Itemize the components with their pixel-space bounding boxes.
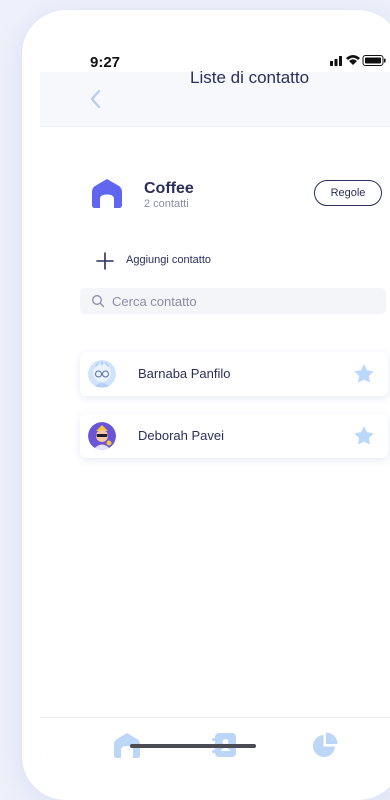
battery-icon [362, 55, 386, 66]
status-time: 9:27 [90, 54, 121, 71]
contact-list-summary: Coffee 2 contatti Regole [92, 178, 390, 218]
search-icon [92, 295, 105, 308]
status-bar: 9:27 [40, 28, 390, 72]
list-house-icon [92, 179, 122, 208]
app-screen: 9:27 Liste di contatto Coffee 2 contatti… [40, 28, 390, 782]
page-title: Liste di contatto [190, 68, 310, 87]
rules-button[interactable]: Regole [314, 180, 382, 206]
avatar [88, 360, 116, 388]
list-contact-count: 2 contatti [144, 198, 189, 210]
search-input[interactable]: Cerca contatto [80, 288, 386, 314]
favorite-star-icon[interactable] [354, 364, 374, 384]
contact-row[interactable]: Deborah Pavei [80, 414, 388, 458]
pie-chart-icon[interactable] [312, 732, 338, 758]
wifi-icon [346, 55, 360, 65]
contact-name: Deborah Pavei [138, 428, 224, 443]
add-contact-row[interactable]: Aggiungi contatto [96, 250, 316, 274]
favorite-star-icon[interactable] [354, 426, 374, 446]
home-indicator [130, 744, 256, 748]
contact-row[interactable]: Barnaba Panfilo [80, 352, 388, 396]
signal-icon [330, 56, 342, 66]
search-placeholder: Cerca contatto [112, 294, 197, 309]
phone-frame: 9:27 Liste di contatto Coffee 2 contatti… [22, 10, 390, 800]
avatar [88, 422, 116, 450]
plus-icon [96, 252, 114, 270]
bottom-tab-bar [40, 718, 390, 782]
list-name: Coffee [144, 180, 194, 197]
back-chevron-icon[interactable] [88, 88, 104, 110]
status-icons [330, 55, 386, 66]
contact-name: Barnaba Panfilo [138, 366, 231, 381]
add-contact-label: Aggiungi contatto [126, 254, 212, 266]
